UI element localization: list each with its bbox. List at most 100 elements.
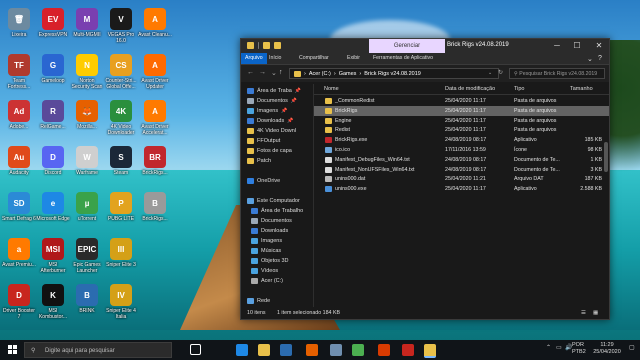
search-input[interactable]: ⚲ Pesquisar Brick Rigs v24.08.2019: [509, 68, 605, 79]
sidebar-item[interactable]: Fotos de capa: [247, 146, 292, 156]
desktop-icon[interactable]: EV ExpressVPN: [36, 8, 70, 38]
desktop-icon[interactable]: e Microsoft Edge: [36, 192, 70, 222]
sidebar-item[interactable]: Área de Trabalho: [251, 206, 303, 216]
table-row[interactable]: ico.ico 17/11/2016 13:59 Ícone 98 KB: [314, 145, 609, 155]
quick-access-toolbar[interactable]: [247, 42, 281, 49]
desktop-icon[interactable]: D Driver Booster 7: [2, 284, 36, 320]
sidebar-item[interactable]: FFOutput: [247, 136, 280, 146]
desktop-icon[interactable]: III Sniper Elite 3: [104, 238, 138, 268]
up-arrow-icon[interactable]: ↑: [279, 69, 283, 76]
vegas-icon[interactable]: [402, 344, 414, 356]
column-date[interactable]: Data de modificação: [445, 86, 495, 92]
desktop-icon[interactable]: BR BrickRigs...: [138, 146, 172, 176]
desktop-icon[interactable]: EPIC Epic Games Launcher: [70, 238, 104, 274]
recent-chevron-icon[interactable]: ⌄: [271, 69, 277, 77]
office-icon[interactable]: [378, 344, 390, 356]
file-explorer-window[interactable]: Gerenciar Brick Rigs v24.08.2019 ─ ☐ ✕ A…: [240, 38, 610, 320]
table-row[interactable]: Manifest_DebugFiles_Win64.txt 24/08/2019…: [314, 155, 609, 165]
minimize-button[interactable]: ─: [551, 41, 563, 50]
title-bar[interactable]: Gerenciar Brick Rigs v24.08.2019 ─ ☐ ✕: [241, 39, 609, 53]
store-icon[interactable]: [280, 344, 292, 356]
desktop-icon[interactable]: B BrickRigs...: [138, 192, 172, 222]
table-row[interactable]: unins000.exe 25/04/2020 11:17 Aplicativo…: [314, 184, 609, 194]
sidebar-item[interactable]: Downloads: [251, 226, 288, 236]
table-row[interactable]: BrickRigs 25/04/2020 11:17 Pasta de arqu…: [314, 105, 609, 116]
desktop-icon[interactable]: A Avast Driver Updater: [138, 54, 172, 90]
desktop-icon[interactable]: K MSI Kombustor...: [36, 284, 70, 320]
chrome-icon[interactable]: [352, 344, 364, 356]
maximize-button[interactable]: ☐: [571, 41, 583, 50]
start-button[interactable]: [8, 345, 17, 354]
desktop-icon[interactable]: M Multi-MGMII: [70, 8, 104, 38]
desktop-icon[interactable]: MSI MSI Afterburner: [36, 238, 70, 274]
breadcrumb-games[interactable]: Games: [339, 71, 357, 77]
desktop-icon[interactable]: A Avast Cleanu...: [138, 8, 172, 38]
sidebar-item[interactable]: Vídeos: [251, 266, 278, 276]
sidebar-item[interactable]: Imagens: [251, 236, 282, 246]
tab-arquivo[interactable]: Arquivo: [241, 53, 267, 64]
table-row[interactable]: BrickRigs.exe 24/08/2019 08:17 Aplicativ…: [314, 135, 609, 145]
refresh-icon[interactable]: ↻: [498, 69, 503, 76]
details-view-icon[interactable]: ☰: [581, 310, 586, 316]
desktop-icon[interactable]: V VEGAS Pro 16.0: [104, 8, 138, 44]
breadcrumb-current[interactable]: Brick Rigs v24.08.2019: [364, 71, 421, 77]
column-type[interactable]: Tipo: [514, 86, 525, 92]
pin-icon[interactable]: 📌: [295, 88, 301, 94]
taskbar-search-input[interactable]: ⚲ Digite aqui para pesquisar: [24, 342, 172, 358]
desktop-icon[interactable]: a Avast Premiu...: [2, 238, 36, 268]
sidebar-item[interactable]: Downloads 📌: [247, 116, 293, 126]
sidebar-item[interactable]: Objetos 3D: [251, 256, 289, 266]
sidebar-item[interactable]: OneDrive: [247, 176, 280, 186]
edge-icon[interactable]: [236, 344, 248, 356]
table-row[interactable]: Engine 25/04/2020 11:17 Pasta de arquivo…: [314, 116, 609, 126]
table-row[interactable]: Redist 25/04/2020 11:17 Pasta de arquivo…: [314, 125, 609, 135]
sidebar-item[interactable]: Patch: [247, 156, 271, 166]
sidebar-item[interactable]: Músicas: [251, 246, 281, 256]
breadcrumb-drive[interactable]: Acer (C:): [309, 71, 331, 77]
chevron-down-icon[interactable]: ⌄: [587, 55, 593, 63]
desktop-icon[interactable]: G Gameloop: [36, 54, 70, 84]
pin-icon[interactable]: 📌: [287, 118, 293, 124]
help-icon[interactable]: ?: [598, 55, 602, 62]
sidebar-item[interactable]: Acer (C:): [251, 276, 283, 286]
sidebar-item[interactable]: Documentos 📌: [247, 96, 297, 106]
desktop-icon[interactable]: SD Smart Defrag 6: [2, 192, 36, 222]
sidebar-item[interactable]: Área de Traba 📌: [247, 86, 301, 96]
large-icons-view-icon[interactable]: ▦: [593, 310, 598, 316]
notifications-icon[interactable]: ▢: [629, 344, 635, 351]
manage-context-tab[interactable]: Gerenciar: [369, 39, 445, 53]
sidebar-item[interactable]: Rede: [247, 296, 270, 306]
back-arrow-icon[interactable]: ←: [247, 69, 254, 76]
explorer-icon[interactable]: [258, 344, 270, 356]
desktop-icon[interactable]: µ uTorrent: [70, 192, 104, 222]
task-view-icon[interactable]: [190, 344, 201, 355]
tab-compartilhar[interactable]: Compartilhar: [299, 53, 329, 64]
desktop-icon[interactable]: 🗑 Lixeira: [2, 8, 36, 38]
address-dropdown-icon[interactable]: ⌄: [488, 70, 492, 76]
table-row[interactable]: Manifest_NonUFSFiles_Win64.txt 24/08/201…: [314, 165, 609, 175]
desktop-icon[interactable]: A Avast Driver Accelerat...: [138, 100, 172, 136]
network-icon[interactable]: ▭: [556, 344, 562, 351]
tab-inicio[interactable]: Início: [269, 53, 281, 64]
sidebar-item[interactable]: Este Computador: [247, 196, 300, 206]
column-name[interactable]: Nome: [324, 86, 339, 92]
desktop-icon[interactable]: Ad Adobe...: [2, 100, 36, 130]
steam-icon[interactable]: [330, 344, 342, 356]
desktop-icon[interactable]: D Discord: [36, 146, 70, 176]
table-row[interactable]: unins000.dat 25/04/2020 11:21 Arquivo DA…: [314, 174, 609, 184]
desktop-icon[interactable]: CS Counter-Stri... Global Offe...: [104, 54, 138, 90]
tray-chevron-icon[interactable]: ⌃: [546, 344, 551, 351]
desktop-icon[interactable]: S Steam: [104, 146, 138, 176]
desktop-icon[interactable]: W Warframe: [70, 146, 104, 176]
tab-exibir[interactable]: Exibir: [347, 53, 360, 64]
explorer-active-icon[interactable]: [424, 344, 436, 358]
desktop-icon[interactable]: IV Sniper Elite 4 Italia: [104, 284, 138, 320]
desktop-icon[interactable]: 4K 4K Video Downloader: [104, 100, 138, 136]
desktop-icon[interactable]: Au Audacity: [2, 146, 36, 176]
sidebar-item[interactable]: 4K Video Downl: [247, 126, 296, 136]
sidebar-item[interactable]: Documentos: [251, 216, 292, 226]
breadcrumb[interactable]: › Acer (C:) › Games › Brick Rigs v24.08.…: [289, 68, 499, 79]
desktop-icon[interactable]: B BRINK: [70, 284, 104, 314]
folder-icon[interactable]: [247, 42, 254, 49]
close-button[interactable]: ✕: [593, 41, 605, 50]
